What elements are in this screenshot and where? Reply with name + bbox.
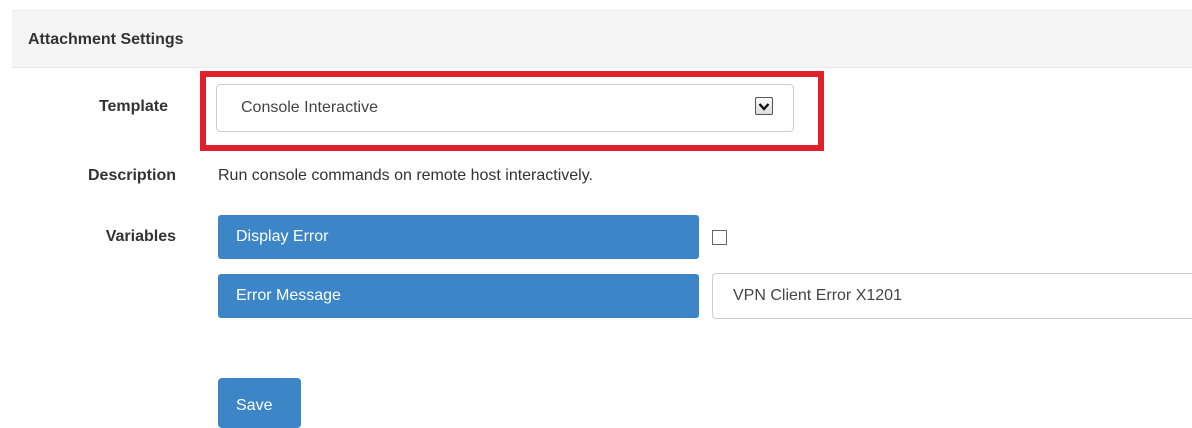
variable-display-error[interactable]: Display Error bbox=[218, 215, 699, 259]
chevron-down-glyph bbox=[758, 102, 770, 111]
description-text: Run console commands on remote host inte… bbox=[218, 167, 593, 184]
panel-header: Attachment Settings bbox=[12, 10, 1192, 68]
variable-error-message[interactable]: Error Message bbox=[218, 274, 699, 318]
template-select[interactable]: Console Interactive bbox=[216, 84, 794, 132]
template-select-value: Console Interactive bbox=[241, 99, 378, 116]
variable-name: Display Error bbox=[236, 228, 329, 245]
variables-label: Variables bbox=[105, 228, 176, 245]
description-label: Description bbox=[87, 167, 176, 184]
display-error-checkbox[interactable] bbox=[712, 230, 727, 245]
panel-title: Attachment Settings bbox=[28, 31, 184, 48]
error-message-input[interactable] bbox=[712, 273, 1192, 319]
save-button-label: Save bbox=[236, 397, 273, 414]
template-label: Template bbox=[98, 98, 168, 115]
variable-name: Error Message bbox=[236, 287, 341, 304]
chevron-down-icon[interactable] bbox=[755, 97, 773, 115]
